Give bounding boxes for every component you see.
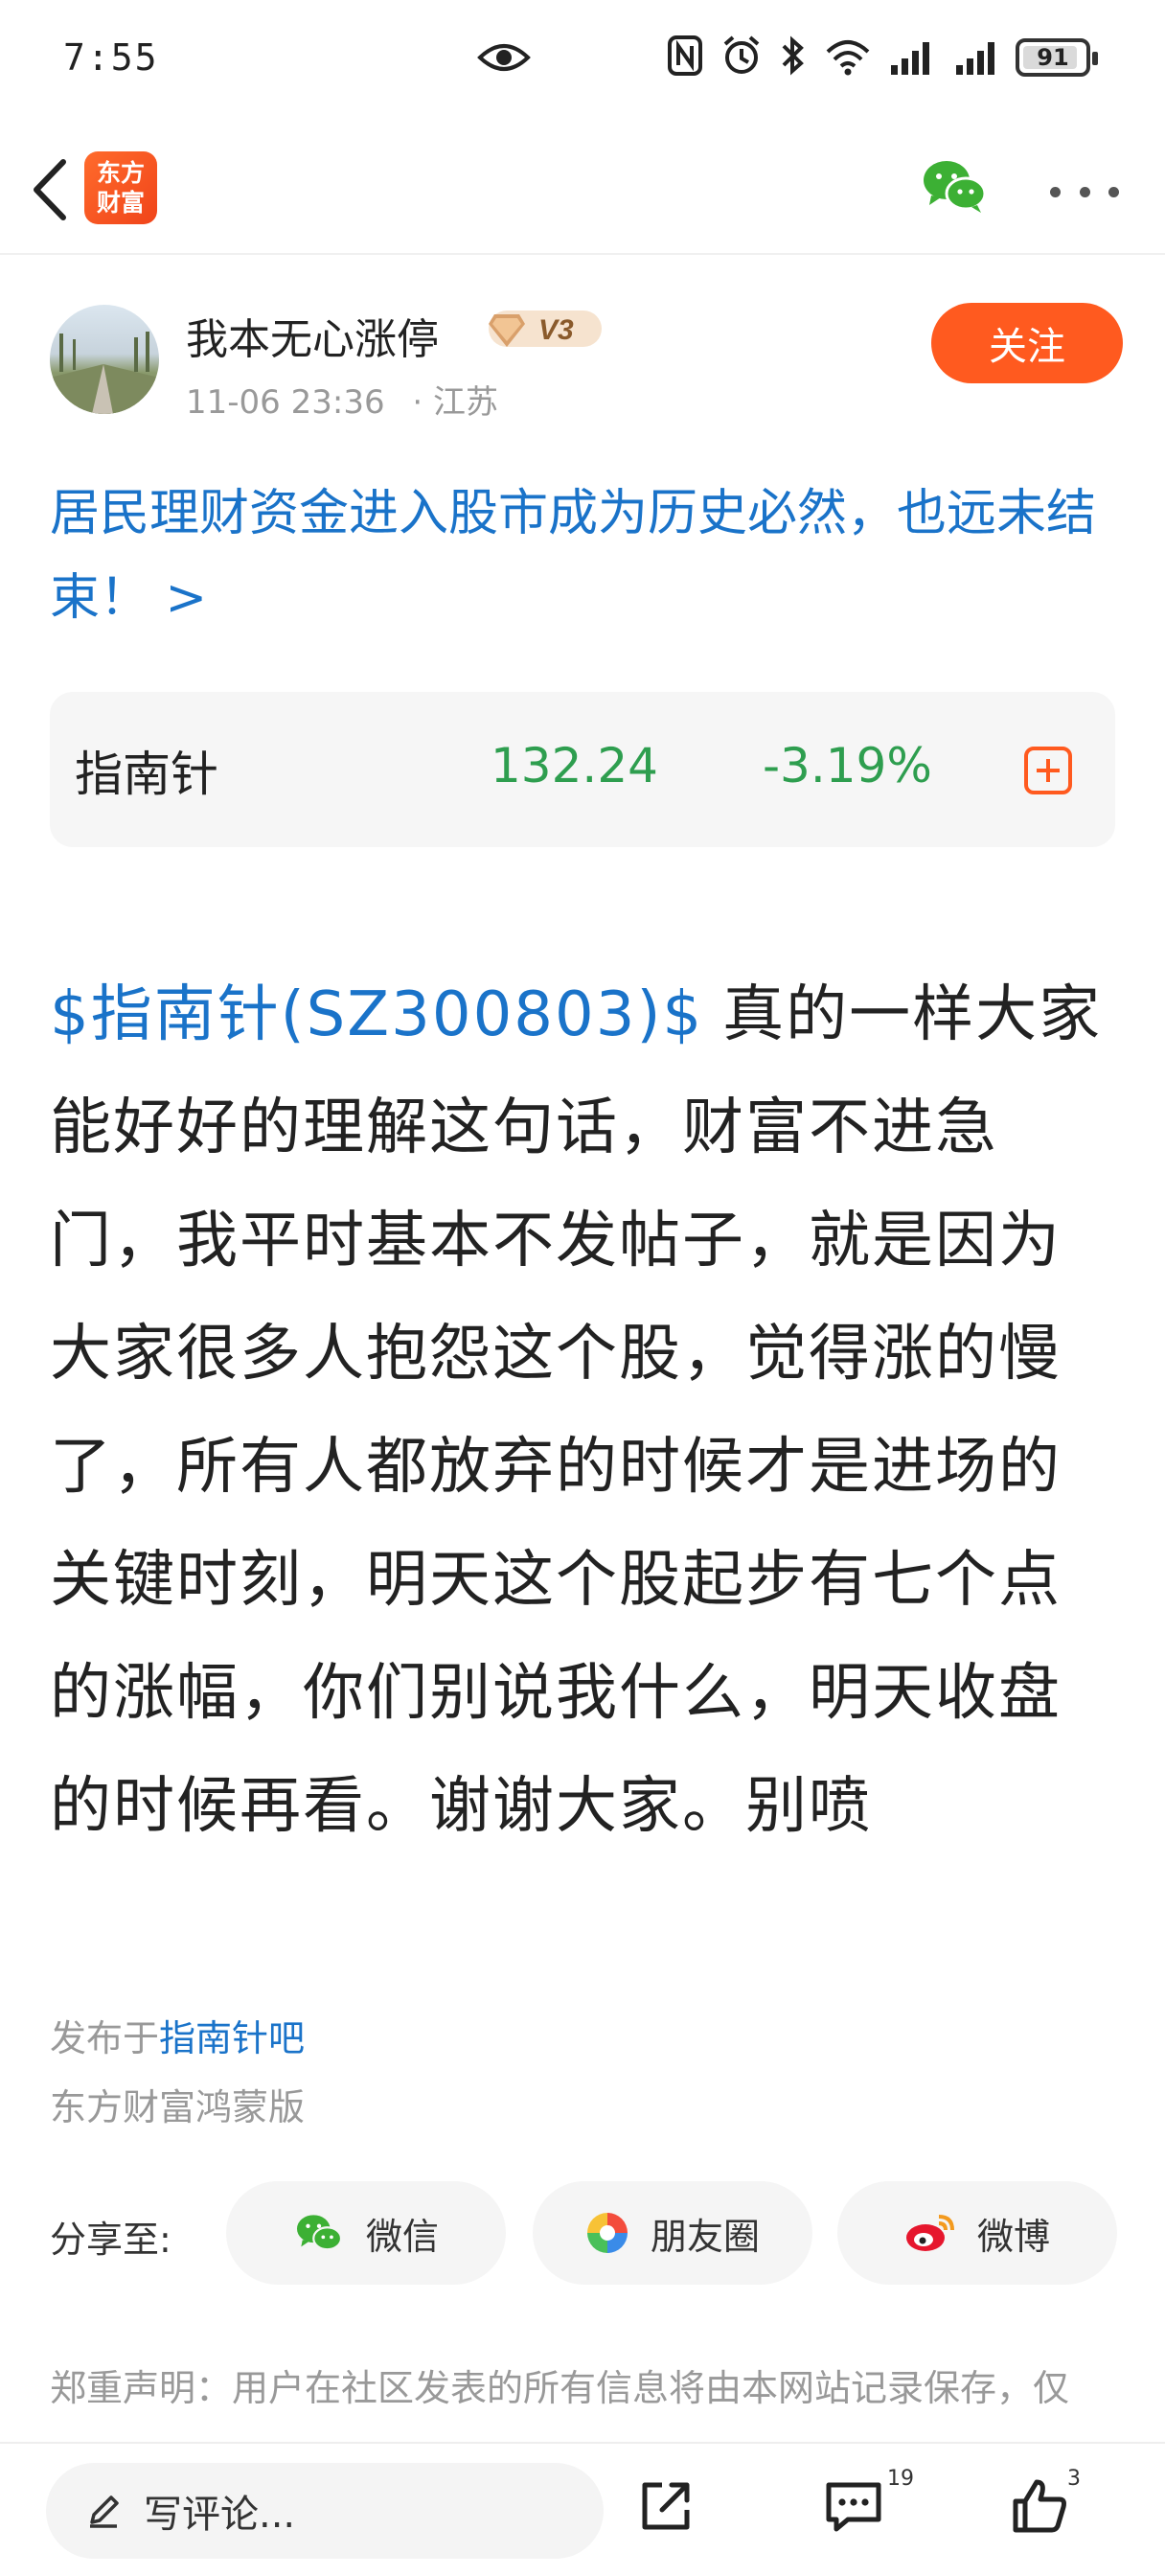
comment-input[interactable]: 写评论... [46,2463,604,2559]
comment-icon [826,2482,881,2532]
share-weibo-label: 微博 [976,2215,1050,2258]
share-label: 分享至: [50,2219,171,2261]
avatar[interactable] [50,305,159,414]
eye-icon [477,38,531,80]
follow-button[interactable]: 关注 [931,303,1123,383]
battery-level: 91 [1037,44,1069,71]
more-dot [1050,186,1061,197]
chevron-left-icon [34,159,66,220]
stock-change: -3.19% [763,738,932,794]
thumbs-up-icon [1013,2479,1066,2533]
comments-button[interactable] [820,2472,887,2540]
share-moments-label: 朋友圈 [650,2215,760,2258]
client-label: 东方财富鸿蒙版 [50,2086,306,2128]
more-button[interactable] [1050,172,1119,211]
nfc-icon [668,35,702,76]
post-text: 真的一样大家能好好的理解这句话，财富不进急门，我平时基本不发帖子，就是因为大家很… [50,979,1103,1842]
status-icons [667,34,1002,77]
stock-card[interactable]: 指南针 132.24 -3.19% [50,692,1115,847]
published-prefix: 发布于 [50,2017,160,2059]
share-weibo-button[interactable]: 微博 [837,2181,1117,2285]
bluetooth-icon [782,35,804,76]
post-location: · 江苏 [412,383,499,422]
wifi-icon [826,40,870,76]
alarm-icon [723,35,760,74]
moments-icon [586,2213,628,2253]
like-button[interactable] [1006,2472,1073,2540]
author-name[interactable]: 我本无心涨停 [186,305,439,366]
logo-line-2: 财富 [96,189,145,217]
share-button[interactable] [632,2472,699,2540]
published-in: 发布于指南针吧 [50,2009,305,2061]
top-nav: 东方 财富 [0,134,1165,255]
comment-count: 19 [887,2467,914,2491]
author-row: 我本无心涨停 V3 11-06 23:36 · 江苏 关注 [50,299,1123,424]
vip-level: V3 [538,314,574,346]
stock-price: 132.24 [491,738,658,794]
stock-tag-link[interactable]: $指南针(SZ300803)$ [50,979,703,1050]
signal-icon [891,42,929,75]
share-icon [642,2482,690,2530]
share-wechat-label: 微信 [365,2215,439,2258]
add-watchlist-button[interactable] [1023,746,1073,795]
wechat-icon [296,2215,343,2251]
status-bar: 7:55 91 [0,0,1165,125]
share-row: 分享至: 微信 朋友圈 微博 [50,2181,1123,2285]
vip-badge: V3 [483,301,607,358]
battery-icon: 91 [1016,38,1098,77]
comment-placeholder: 写评论... [144,2493,296,2537]
bottom-bar: 写评论... 19 3 [0,2442,1165,2576]
disclaimer-fade [0,2415,1165,2444]
more-dot [1079,186,1090,197]
post-body: $指南针(SZ300803)$ 真的一样大家能好好的理解这句话，财富不进急门，我平… [50,958,1123,1863]
stock-name: 指南针 [75,747,218,802]
author-meta: 11-06 23:36 · 江苏 [186,376,498,423]
back-button[interactable] [21,151,79,228]
forum-link[interactable]: 指南针吧 [159,2017,305,2059]
logo-line-1: 东方 [96,159,145,187]
signal-icon [956,42,994,75]
plus-box-icon [1024,747,1072,794]
wechat-share-button[interactable] [920,155,989,220]
like-count: 3 [1067,2467,1081,2491]
pencil-icon [90,2496,119,2528]
weibo-icon [905,2215,954,2251]
app-logo[interactable]: 东方 财富 [84,151,157,224]
post-headline[interactable]: 居民理财资金进入股市成为历史必然，也远未结束！ > [50,472,1123,640]
status-time: 7:55 [63,36,159,79]
post-timestamp: 11-06 23:36 [186,383,385,422]
more-dot [1108,186,1119,197]
share-moments-button[interactable]: 朋友圈 [533,2181,812,2285]
share-wechat-button[interactable]: 微信 [226,2181,506,2285]
wechat-icon [924,161,987,213]
